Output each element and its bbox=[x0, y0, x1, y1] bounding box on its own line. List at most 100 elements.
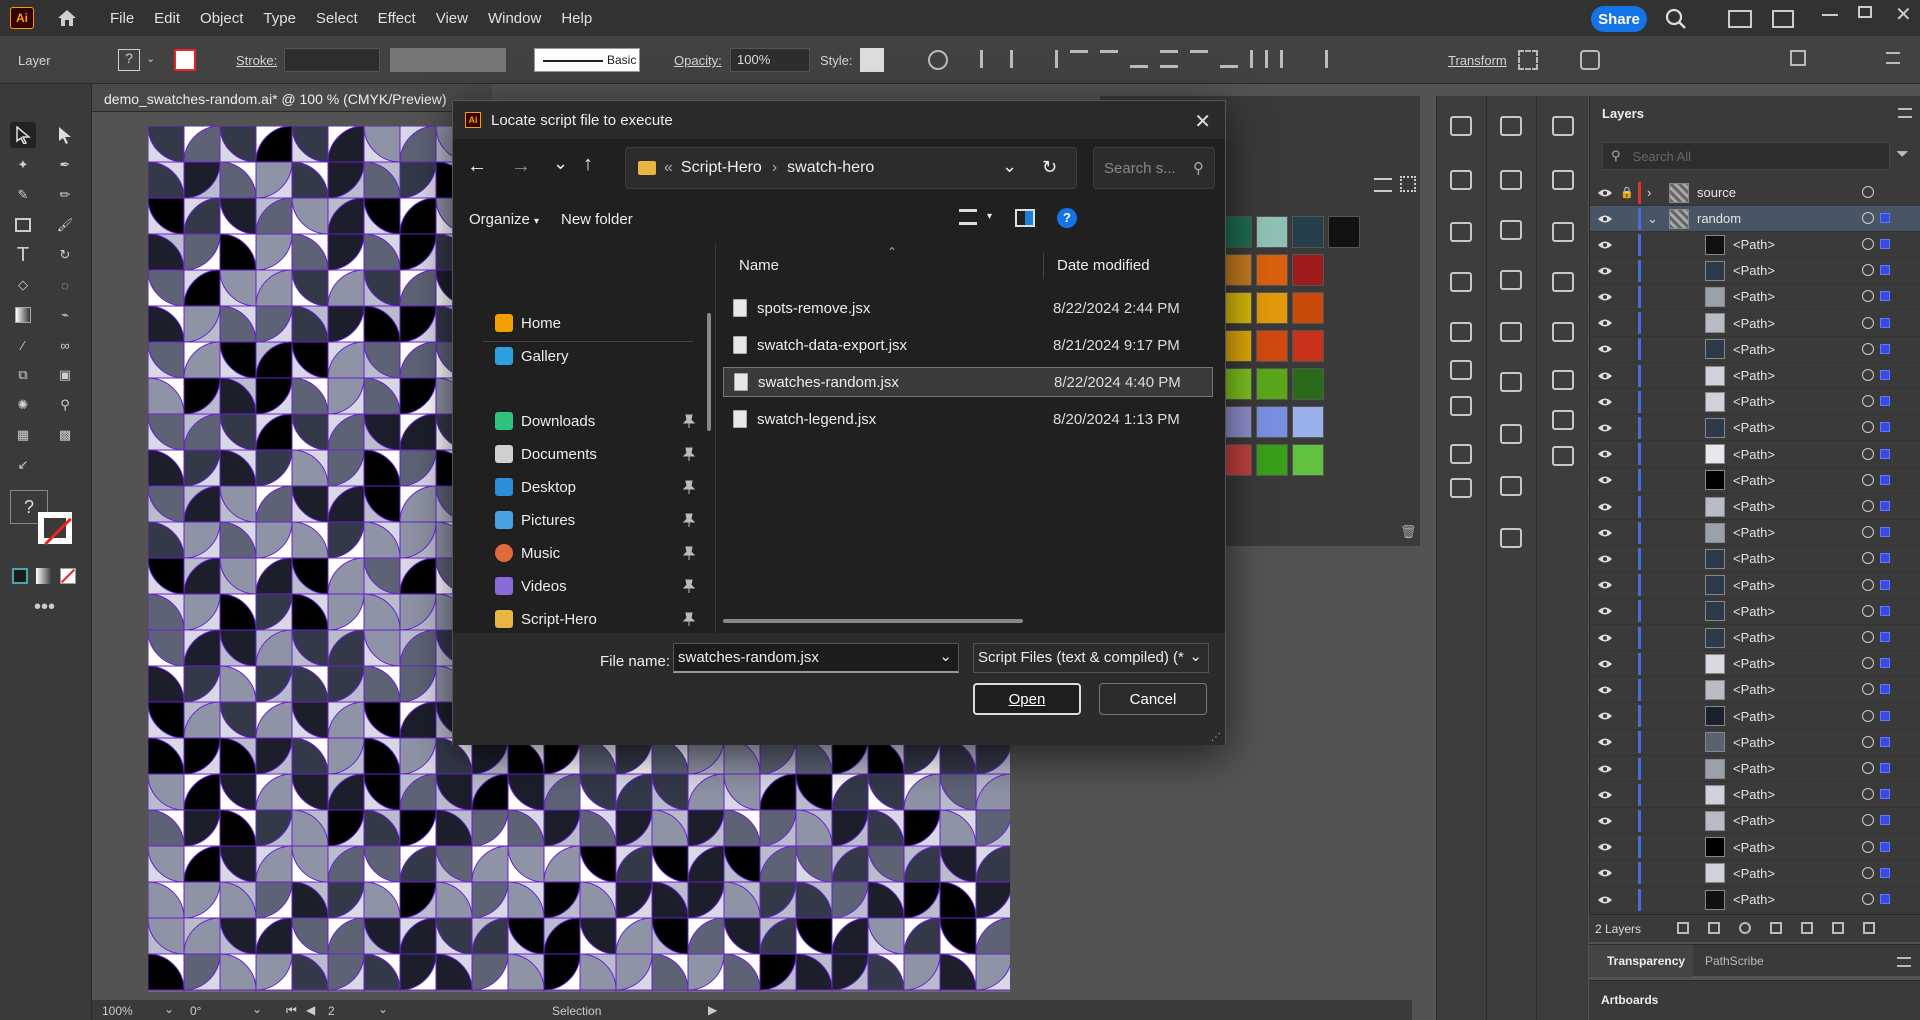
artboard-tool-icon[interactable]: ▣ bbox=[52, 362, 78, 388]
target-circle-icon[interactable] bbox=[1862, 316, 1874, 329]
visibility-eye-icon[interactable] bbox=[1590, 711, 1620, 721]
crop-icon[interactable] bbox=[1500, 528, 1522, 548]
transform-options-icon[interactable] bbox=[1518, 50, 1538, 70]
target-circle-icon[interactable] bbox=[1862, 342, 1874, 355]
swatch-chip[interactable] bbox=[1256, 368, 1288, 400]
visibility-eye-icon[interactable] bbox=[1590, 266, 1620, 276]
play-icon[interactable] bbox=[1552, 222, 1574, 242]
home-icon[interactable] bbox=[54, 5, 80, 31]
stroke-color-box[interactable] bbox=[38, 512, 72, 546]
blend-tool-icon[interactable]: ∞ bbox=[52, 332, 78, 358]
export-icon[interactable] bbox=[1552, 170, 1574, 190]
visibility-eye-icon[interactable] bbox=[1590, 790, 1620, 800]
menu-item-effect[interactable]: Effect bbox=[368, 10, 426, 27]
new-swatch-icon[interactable]: 🗑 bbox=[1400, 524, 1417, 540]
share-button[interactable]: Share bbox=[1591, 6, 1647, 32]
workspace-icon[interactable] bbox=[1772, 10, 1794, 28]
layers-search-field[interactable]: ⚲ Search All bbox=[1602, 142, 1890, 170]
cancel-button[interactable]: Cancel bbox=[1099, 683, 1207, 715]
layer-path-row[interactable]: <Path> bbox=[1590, 363, 1920, 389]
stroke-swatch[interactable] bbox=[174, 49, 196, 71]
tab-pathscribe[interactable]: PathScribe bbox=[1705, 954, 1764, 968]
image-trace-icon[interactable] bbox=[1500, 476, 1522, 496]
brushes-icon[interactable] bbox=[1450, 444, 1472, 464]
file-type-select[interactable]: Script Files (text & compiled) (* ⌄ bbox=[973, 643, 1209, 673]
pin-icon[interactable] bbox=[683, 612, 695, 626]
properties-icon[interactable] bbox=[1450, 116, 1472, 136]
refresh-icon[interactable]: ↻ bbox=[1042, 157, 1057, 178]
swatch-chip[interactable] bbox=[1292, 368, 1324, 400]
swatch-chip[interactable] bbox=[1256, 406, 1288, 438]
opacity-label[interactable]: Opacity: bbox=[674, 53, 722, 68]
swatch-chip[interactable] bbox=[1292, 406, 1324, 438]
asset-export-icon[interactable] bbox=[1500, 372, 1522, 392]
recent-locations-icon[interactable]: ⌄ bbox=[553, 153, 568, 174]
layer-path-row[interactable]: <Path> bbox=[1590, 651, 1920, 678]
visibility-eye-icon[interactable] bbox=[1590, 344, 1620, 354]
date-column-header[interactable]: Date modified bbox=[1057, 257, 1150, 274]
globe-icon[interactable] bbox=[1552, 322, 1574, 342]
target-circle-icon[interactable] bbox=[1862, 212, 1874, 224]
type-tool-icon[interactable]: T bbox=[10, 242, 36, 268]
selection-square-icon[interactable] bbox=[1880, 841, 1890, 852]
color-guide-icon[interactable] bbox=[1450, 222, 1472, 242]
pen-tool-icon[interactable]: ✒ bbox=[52, 152, 78, 178]
gradient-tool-icon[interactable] bbox=[10, 302, 36, 328]
nav-item-documents[interactable]: Documents bbox=[495, 442, 597, 466]
visibility-eye-icon[interactable] bbox=[1590, 475, 1620, 485]
club-icon[interactable] bbox=[1552, 446, 1574, 466]
selection-square-icon[interactable] bbox=[1880, 448, 1890, 459]
file-row[interactable]: swatch-legend.jsx 8/20/2024 1:13 PM bbox=[723, 404, 1213, 434]
graphic-styles-icon[interactable] bbox=[1552, 410, 1574, 430]
target-circle-icon[interactable] bbox=[1862, 578, 1874, 591]
layer-path-row[interactable]: <Path> bbox=[1590, 311, 1920, 337]
target-circle-icon[interactable] bbox=[1862, 290, 1874, 303]
file-row[interactable]: swatch-data-export.jsx 8/21/2024 9:17 PM bbox=[723, 330, 1213, 360]
visibility-eye-icon[interactable] bbox=[1590, 423, 1620, 433]
visibility-eye-icon[interactable] bbox=[1590, 502, 1620, 512]
opentype-icon[interactable] bbox=[1450, 396, 1472, 416]
selection-square-icon[interactable] bbox=[1880, 553, 1890, 564]
swatch-chip[interactable] bbox=[1292, 216, 1324, 248]
chevron-down-icon[interactable]: ⌄ bbox=[164, 1002, 174, 1016]
panel-menu-icon[interactable] bbox=[1898, 108, 1912, 118]
visibility-eye-icon[interactable] bbox=[1590, 292, 1620, 302]
nav-item-music[interactable]: Music bbox=[495, 541, 560, 565]
selection-square-icon[interactable] bbox=[1880, 763, 1890, 773]
menu-item-type[interactable]: Type bbox=[253, 10, 306, 27]
back-arrow-icon[interactable]: ← bbox=[467, 155, 487, 178]
layer-path-row[interactable]: <Path> bbox=[1590, 677, 1920, 704]
chevron-down-icon[interactable]: ⌄ bbox=[1002, 156, 1017, 177]
swatch-chip[interactable] bbox=[1256, 330, 1288, 362]
shape-builder-tool-icon[interactable]: ⧉ bbox=[10, 362, 36, 388]
pin-icon[interactable] bbox=[683, 447, 695, 461]
visibility-eye-icon[interactable] bbox=[1590, 397, 1620, 407]
libraries-icon[interactable] bbox=[1500, 116, 1522, 136]
layer-path-row[interactable]: <Path> bbox=[1590, 258, 1920, 285]
target-circle-icon[interactable] bbox=[1862, 709, 1874, 722]
visibility-eye-icon[interactable] bbox=[1590, 214, 1620, 224]
visibility-eye-icon[interactable] bbox=[1590, 868, 1620, 878]
horizontal-scrollbar[interactable] bbox=[723, 619, 1023, 623]
layer-path-row[interactable]: <Path> bbox=[1590, 756, 1920, 782]
visibility-eye-icon[interactable] bbox=[1590, 764, 1620, 774]
chevron-down-icon[interactable]: ⌄ bbox=[1647, 211, 1669, 227]
nav-item-desktop[interactable]: Desktop bbox=[495, 475, 576, 499]
layer-path-row[interactable]: <Path> bbox=[1590, 284, 1920, 311]
target-circle-icon[interactable] bbox=[1862, 604, 1874, 617]
visibility-eye-icon[interactable] bbox=[1590, 371, 1620, 381]
selection-square-icon[interactable] bbox=[1880, 632, 1890, 642]
chevron-right-icon[interactable]: › bbox=[1647, 185, 1669, 200]
layer-path-row[interactable]: <Path> bbox=[1590, 232, 1920, 258]
document-tab[interactable]: demo_swatches-random.ai* @ 100 % (CMYK/P… bbox=[92, 84, 492, 112]
opacity-field[interactable]: 100% bbox=[730, 48, 810, 72]
swatch-chip[interactable] bbox=[1292, 254, 1324, 286]
arrange-icon[interactable] bbox=[1790, 50, 1806, 66]
selection-square-icon[interactable] bbox=[1880, 867, 1890, 878]
selection-square-icon[interactable] bbox=[1880, 527, 1890, 538]
gradient-icon[interactable] bbox=[1450, 272, 1472, 292]
target-circle-icon[interactable] bbox=[1862, 657, 1874, 670]
visibility-eye-icon[interactable] bbox=[1590, 659, 1620, 669]
target-circle-icon[interactable] bbox=[1862, 893, 1874, 905]
layer-path-row[interactable]: <Path> bbox=[1590, 546, 1920, 573]
